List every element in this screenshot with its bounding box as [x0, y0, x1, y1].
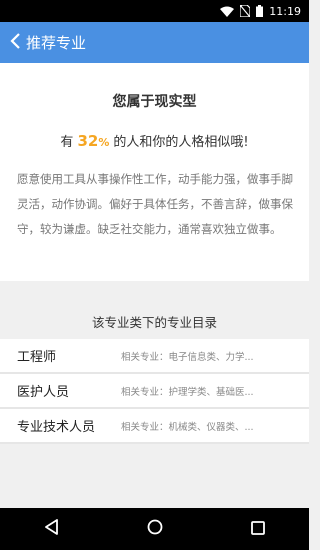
clock: 11:19	[269, 4, 301, 18]
stat-suffix: 的人和你的人格相似哦!	[113, 135, 249, 150]
recents-square-icon	[250, 520, 265, 539]
list-item-related: 相关专业：机械类、仪器类、...	[121, 421, 254, 433]
page-title: 推荐专业	[26, 34, 87, 52]
list-item-technician[interactable]: 专业技术人员 相关专业：机械类、仪器类、...	[0, 409, 309, 444]
home-circle-icon	[147, 519, 163, 539]
similarity-stat: 有 32% 的人和你的人格相似哦!	[0, 131, 309, 150]
battery-icon	[256, 5, 264, 17]
list-item-name: 医护人员	[17, 385, 70, 400]
list-item-name: 专业技术人员	[17, 420, 96, 435]
chevron-left-icon	[10, 32, 22, 54]
nav-recents-button[interactable]	[238, 509, 278, 549]
status-bar: 11:19	[0, 0, 309, 22]
stat-prefix: 有	[60, 135, 74, 150]
result-card: 您属于现实型 有 32% 的人和你的人格相似哦! 愿意使用工具从事操作性工作，动手能…	[0, 63, 309, 281]
major-list: 工程师 相关专业：电子信息类、力学... 医护人员 相关专业：护理学类、基础医.…	[0, 339, 309, 444]
list-item-engineer[interactable]: 工程师 相关专业：电子信息类、力学...	[0, 339, 309, 374]
list-item-related: 相关专业：护理学类、基础医...	[121, 386, 254, 398]
stat-percent-number: 32	[77, 132, 99, 150]
stat-percent-symbol: %	[98, 136, 110, 149]
back-triangle-icon	[44, 519, 60, 539]
back-button[interactable]	[10, 32, 22, 54]
result-title: 您属于现实型	[112, 94, 197, 110]
stat-percent: 32%	[77, 132, 109, 150]
nav-back-button[interactable]	[32, 509, 72, 549]
personality-description: 愿意使用工具从事操作性工作，动手能力强，做事手脚灵活，动作协调。偏好于具体任务，…	[17, 172, 293, 236]
list-item-name: 工程师	[17, 350, 57, 365]
directory-heading: 该专业类下的专业目录	[91, 315, 217, 330]
list-item-related: 相关专业：电子信息类、力学...	[121, 351, 254, 363]
wifi-icon	[220, 6, 235, 17]
system-nav-bar	[0, 508, 309, 550]
list-item-medical-staff[interactable]: 医护人员 相关专业：护理学类、基础医...	[0, 374, 309, 409]
no-sim-icon	[240, 5, 251, 17]
app-bar: 推荐专业	[0, 22, 309, 63]
nav-home-button[interactable]	[135, 509, 175, 549]
